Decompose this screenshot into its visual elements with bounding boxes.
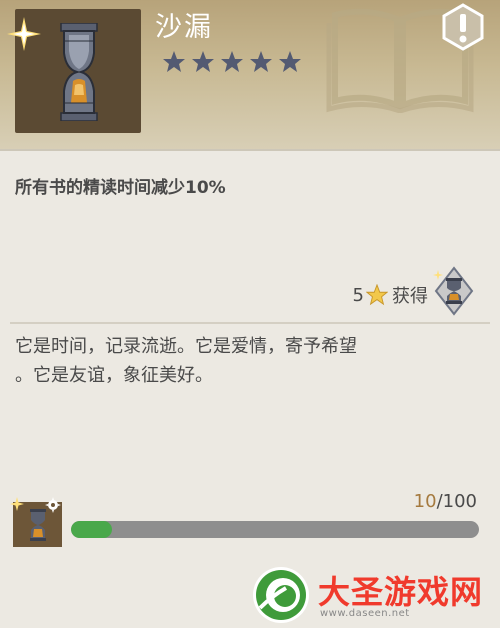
- star-rating: [162, 50, 302, 74]
- description-line-2: 。它是友谊，象征美好。: [15, 365, 213, 386]
- alert-icon[interactable]: [441, 3, 485, 51]
- item-portrait-frame: [7, 9, 141, 133]
- progress-max: 100: [442, 491, 477, 512]
- header-divider: [0, 149, 500, 151]
- item-header: 沙漏: [0, 0, 500, 150]
- watermark-url: www.daseen.net: [320, 608, 410, 619]
- item-effect: 所有书的精读时间减少10%: [15, 178, 226, 198]
- watermark-logo-icon: [253, 567, 309, 623]
- item-name: 沙漏: [155, 12, 213, 43]
- item-description: 它是时间，记录流逝。它是爱情，寄予希望 。它是友谊，象征美好。: [15, 332, 485, 390]
- site-watermark: 大圣游戏网 www.daseen.net: [248, 563, 500, 628]
- obtain-requirement: 5 获得: [353, 282, 428, 308]
- star-icon: [279, 51, 301, 72]
- star-icon: [250, 51, 272, 72]
- obtain-label: 获得: [392, 286, 428, 307]
- hourglass-icon: [60, 23, 98, 121]
- section-divider: [10, 322, 490, 324]
- description-line-1: 它是时间，记录流逝。它是爱情，寄予希望: [15, 336, 357, 357]
- watermark-title: 大圣游戏网: [318, 573, 484, 611]
- sparkle-icon: [7, 17, 41, 51]
- star-icon: [192, 51, 214, 72]
- small-sparkle-icon: [10, 497, 24, 511]
- progress-bar: [71, 521, 479, 538]
- progress-bar-fill: [71, 521, 112, 538]
- progress-count: 10/100: [414, 491, 477, 512]
- star-icon: [221, 51, 243, 72]
- gold-star-icon: [366, 284, 388, 306]
- obtain-hourglass-icon: [433, 266, 474, 316]
- gear-badge-icon: [45, 497, 61, 513]
- obtain-star-count: 5: [352, 284, 364, 306]
- progress-current: 10: [413, 491, 437, 512]
- star-icon: [163, 51, 185, 72]
